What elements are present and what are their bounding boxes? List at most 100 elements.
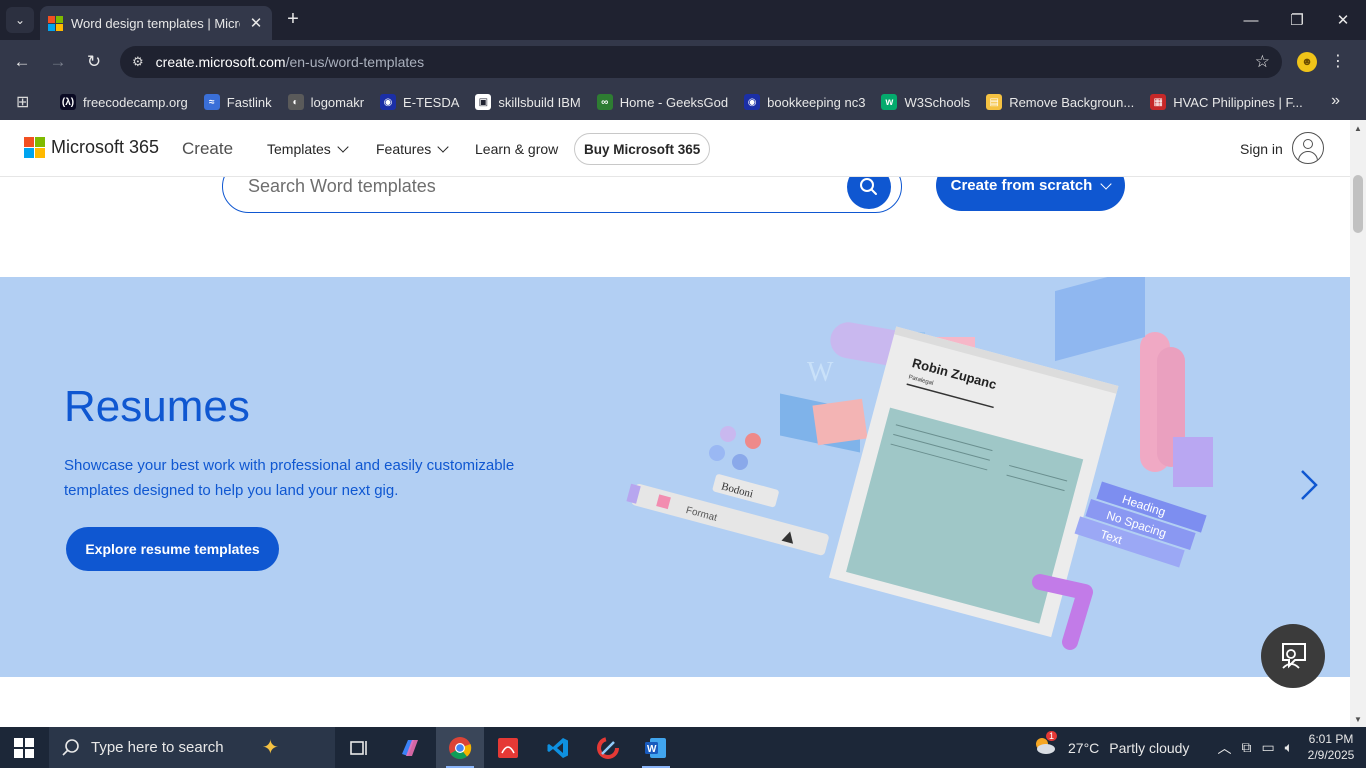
taskbar-pdf-app[interactable]: [484, 727, 532, 768]
bookmark-item[interactable]: ▦ HVAC Philippines | F...: [1150, 94, 1303, 110]
sign-in-link[interactable]: Sign in: [1240, 141, 1283, 157]
system-tray: 1 27°C Partly cloudy ︿ ⧉ ▭ 🔈︎: [1032, 727, 1293, 768]
bookmark-item[interactable]: ▣ skillsbuild IBM: [475, 94, 581, 110]
minimize-button[interactable]: —: [1228, 0, 1274, 40]
taskbar-chrome[interactable]: [436, 727, 484, 768]
bookmark-item[interactable]: ≈ Fastlink: [203, 94, 272, 110]
taskbar-search-icon: [62, 738, 79, 756]
active-tab[interactable]: Word design templates | Micros ✕: [40, 6, 272, 40]
page-scrollbar[interactable]: ▲ ▼: [1350, 120, 1366, 727]
bookmark-label: logomakr: [310, 94, 365, 110]
carousel-next-arrow-icon[interactable]: [1300, 469, 1318, 501]
fcc-icon: (λ): [60, 94, 76, 110]
word-app-icon: W: [645, 737, 666, 758]
feedback-button[interactable]: [1261, 624, 1325, 688]
nav-templates[interactable]: Templates: [267, 141, 349, 157]
svg-text:W: W: [647, 744, 657, 755]
network-icon[interactable]: ▭: [1261, 739, 1274, 756]
skillsbuild-icon: ▣: [475, 94, 492, 110]
hero-description: Showcase your best work with professiona…: [64, 457, 515, 499]
feedback-icon: [1282, 643, 1306, 669]
weather-temp[interactable]: 27°C: [1068, 740, 1099, 756]
nav-features[interactable]: Features: [376, 141, 449, 157]
weather-condition[interactable]: Partly cloudy: [1109, 740, 1189, 756]
reload-icon[interactable]: ↻: [82, 50, 106, 74]
bookmarks-overflow-icon[interactable]: »: [1331, 92, 1340, 110]
bookmark-label: HVAC Philippines | F...: [1173, 94, 1303, 110]
site-header: Microsoft 365 Create Templates Features …: [0, 120, 1350, 177]
create-link[interactable]: Create: [182, 139, 233, 159]
back-arrow-icon[interactable]: ←: [10, 50, 34, 74]
apps-grid-icon[interactable]: ⊞: [16, 92, 40, 112]
bookmark-item[interactable]: ◉ E-TESDA: [380, 94, 459, 110]
chevron-down-icon: [337, 141, 349, 153]
tray-overflow-chevron-icon[interactable]: ︿: [1217, 738, 1231, 758]
address-bar[interactable]: ⚙ create.microsoft.com/en-us/word-templa…: [120, 46, 1282, 78]
site-info-icon[interactable]: ⚙: [132, 54, 144, 70]
start-button[interactable]: [0, 727, 48, 768]
search-input[interactable]: Search Word templates: [248, 176, 436, 197]
taskbar-clock[interactable]: 6:01 PM 2/9/2025: [1302, 731, 1360, 763]
bookmark-label: W3Schools: [904, 94, 971, 110]
bookmark-label: bookkeeping nc3: [767, 94, 866, 110]
bookmark-label: skillsbuild IBM: [498, 94, 581, 110]
bookkeeping-icon: ◉: [744, 94, 761, 110]
task-view-button[interactable]: [336, 727, 384, 768]
meet-now-icon[interactable]: ⧉: [1241, 739, 1251, 756]
taskbar-copilot[interactable]: [386, 727, 434, 768]
clock-time: 6:01 PM: [1308, 732, 1354, 746]
pdf-app-icon: [498, 737, 518, 758]
copilot-icon: [402, 739, 418, 756]
volume-icon[interactable]: 🔈︎: [1285, 739, 1293, 756]
nav-templates-label: Templates: [267, 141, 331, 157]
tab-close-icon[interactable]: ✕: [248, 14, 264, 32]
windows-taskbar: Type here to search ✦ W 1 27°C Partly cl…: [0, 727, 1366, 768]
scroll-up-arrow-icon[interactable]: ▲: [1354, 124, 1362, 133]
page-viewport: Microsoft 365 Create Templates Features …: [0, 120, 1350, 727]
scroll-down-arrow-icon[interactable]: ▼: [1354, 715, 1362, 724]
new-tab-button[interactable]: +: [282, 8, 304, 31]
taskbar-word[interactable]: W: [632, 727, 680, 768]
hero-title: Resumes: [64, 382, 250, 431]
profile-avatar-icon[interactable]: ☻: [1297, 52, 1317, 72]
user-account-icon[interactable]: [1292, 132, 1324, 164]
microsoft-logo-icon: [24, 137, 45, 158]
forward-arrow-icon[interactable]: →: [46, 50, 70, 74]
bookmark-label: Remove Backgroun...: [1009, 94, 1135, 110]
chevron-down-icon: [437, 141, 449, 153]
tab-title: Word design templates | Micros: [71, 15, 240, 31]
bookmark-label: Fastlink: [226, 94, 272, 110]
vscode-icon: [547, 737, 568, 758]
taskbar-search-box[interactable]: Type here to search: [49, 727, 335, 768]
w3schools-icon: w: [881, 94, 898, 110]
word-tile-label: W: [807, 357, 834, 388]
bookmark-item[interactable]: (λ) freecodecamp.org: [60, 94, 188, 110]
taskbar-vscode[interactable]: [534, 727, 582, 768]
removebg-icon: ▤: [986, 94, 1003, 110]
browser-menu-icon[interactable]: ⋮: [1330, 51, 1346, 71]
close-window-button[interactable]: ✕: [1320, 0, 1366, 40]
windows-logo-icon: [14, 737, 34, 758]
brand-logo[interactable]: Microsoft 365: [24, 137, 159, 158]
geeksgod-icon: ∞: [596, 94, 613, 110]
bookmark-item[interactable]: w W3Schools: [881, 94, 970, 110]
taskbar-ccleaner[interactable]: [584, 727, 632, 768]
weather-icon[interactable]: 1: [1032, 731, 1058, 760]
buy-microsoft-365-button[interactable]: Buy Microsoft 365: [574, 133, 711, 165]
create-from-scratch-label: Create from scratch: [950, 177, 1093, 194]
url-text[interactable]: create.microsoft.com/en-us/word-template…: [156, 54, 1243, 70]
tab-search-button[interactable]: ⌄: [6, 7, 34, 33]
bookmark-star-icon[interactable]: ☆: [1255, 52, 1270, 72]
nav-learn-grow-label: Learn & grow: [475, 141, 559, 157]
nav-features-label: Features: [376, 141, 432, 157]
explore-resume-templates-button[interactable]: Explore resume templates: [66, 527, 279, 571]
scroll-thumb[interactable]: [1353, 175, 1363, 233]
restore-button[interactable]: ❐: [1274, 0, 1320, 40]
bookmark-label: E-TESDA: [403, 94, 460, 110]
bookmark-item[interactable]: ▤ Remove Backgroun...: [986, 94, 1134, 110]
bookmark-item[interactable]: ◐ logomakr: [287, 94, 365, 110]
nav-learn-grow[interactable]: Learn & grow: [475, 141, 558, 157]
bookmark-item[interactable]: ◉ bookkeeping nc3: [744, 94, 865, 110]
search-highlight-sparkle-icon[interactable]: ✦: [262, 735, 279, 760]
bookmark-item[interactable]: ∞ Home - GeeksGod: [596, 94, 728, 110]
